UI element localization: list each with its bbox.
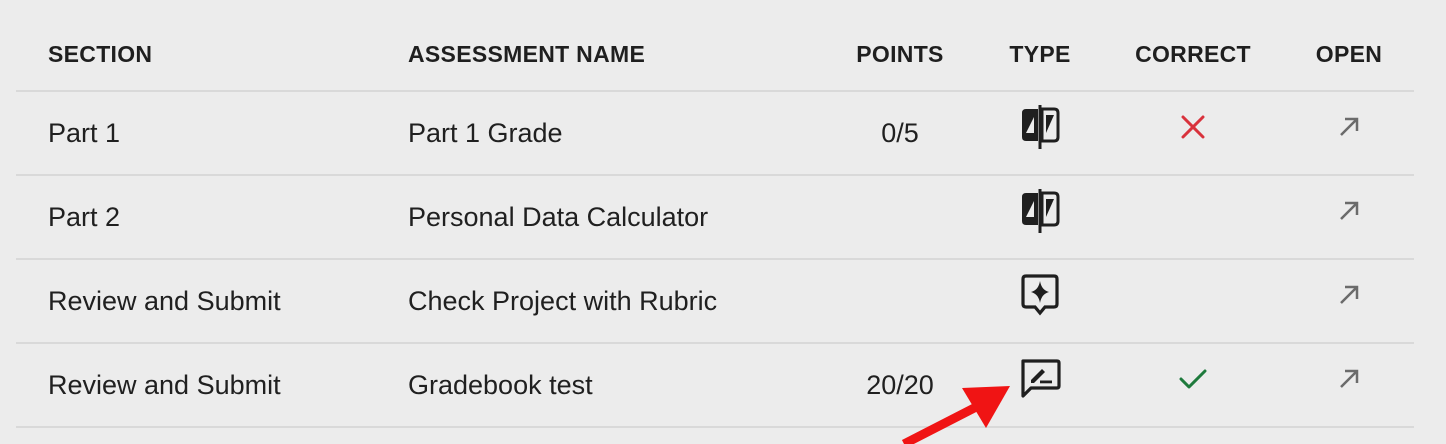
header-correct[interactable]: CORRECT <box>1118 0 1268 90</box>
assessment-name-cell: Gradebook test <box>408 369 593 400</box>
arrow-up-right-icon[interactable] <box>1299 338 1399 420</box>
assessment-name-cell: Personal Data Calculator <box>408 201 709 232</box>
section-cell: Part 2 <box>48 201 121 232</box>
table-row[interactable]: Review and Submit Check Project with Rub… <box>16 260 1414 344</box>
section-cell: Review and Submit <box>48 369 281 400</box>
header-section[interactable]: SECTION <box>48 0 152 90</box>
incorrect-x-icon <box>1118 86 1268 168</box>
header-open[interactable]: OPEN <box>1299 0 1399 90</box>
section-cell: Part 1 <box>48 117 121 148</box>
sparkle-badge-icon <box>990 254 1090 336</box>
table-row[interactable]: Part 1 Part 1 Grade 0/5 <box>16 92 1414 176</box>
header-points[interactable]: POINTS <box>800 0 1000 90</box>
code-compare-icon <box>990 86 1090 168</box>
arrow-up-right-icon[interactable] <box>1299 86 1399 168</box>
correct-check-icon <box>1118 338 1268 420</box>
assessment-name-cell: Check Project with Rubric <box>408 285 718 316</box>
points-cell: 20/20 <box>866 369 934 400</box>
table-row[interactable]: Part 2 Personal Data Calculator <box>16 176 1414 260</box>
correct-cell <box>1118 170 1268 252</box>
code-compare-icon <box>990 170 1090 252</box>
points-cell <box>800 260 1000 342</box>
header-assessment-name[interactable]: ASSESSMENT NAME <box>408 0 645 90</box>
section-cell: Review and Submit <box>48 285 281 316</box>
chat-edit-icon <box>990 338 1090 420</box>
assessment-name-cell: Part 1 Grade <box>408 117 563 148</box>
points-cell <box>800 176 1000 258</box>
table-row[interactable]: Review and Submit Gradebook test 20/20 <box>16 344 1414 428</box>
correct-cell <box>1118 254 1268 336</box>
header-type[interactable]: TYPE <box>990 0 1090 90</box>
arrow-up-right-icon[interactable] <box>1299 170 1399 252</box>
arrow-up-right-icon[interactable] <box>1299 254 1399 336</box>
assessments-table: SECTION ASSESSMENT NAME POINTS TYPE CORR… <box>16 0 1414 428</box>
points-cell: 0/5 <box>881 117 919 148</box>
table-header: SECTION ASSESSMENT NAME POINTS TYPE CORR… <box>16 0 1414 92</box>
